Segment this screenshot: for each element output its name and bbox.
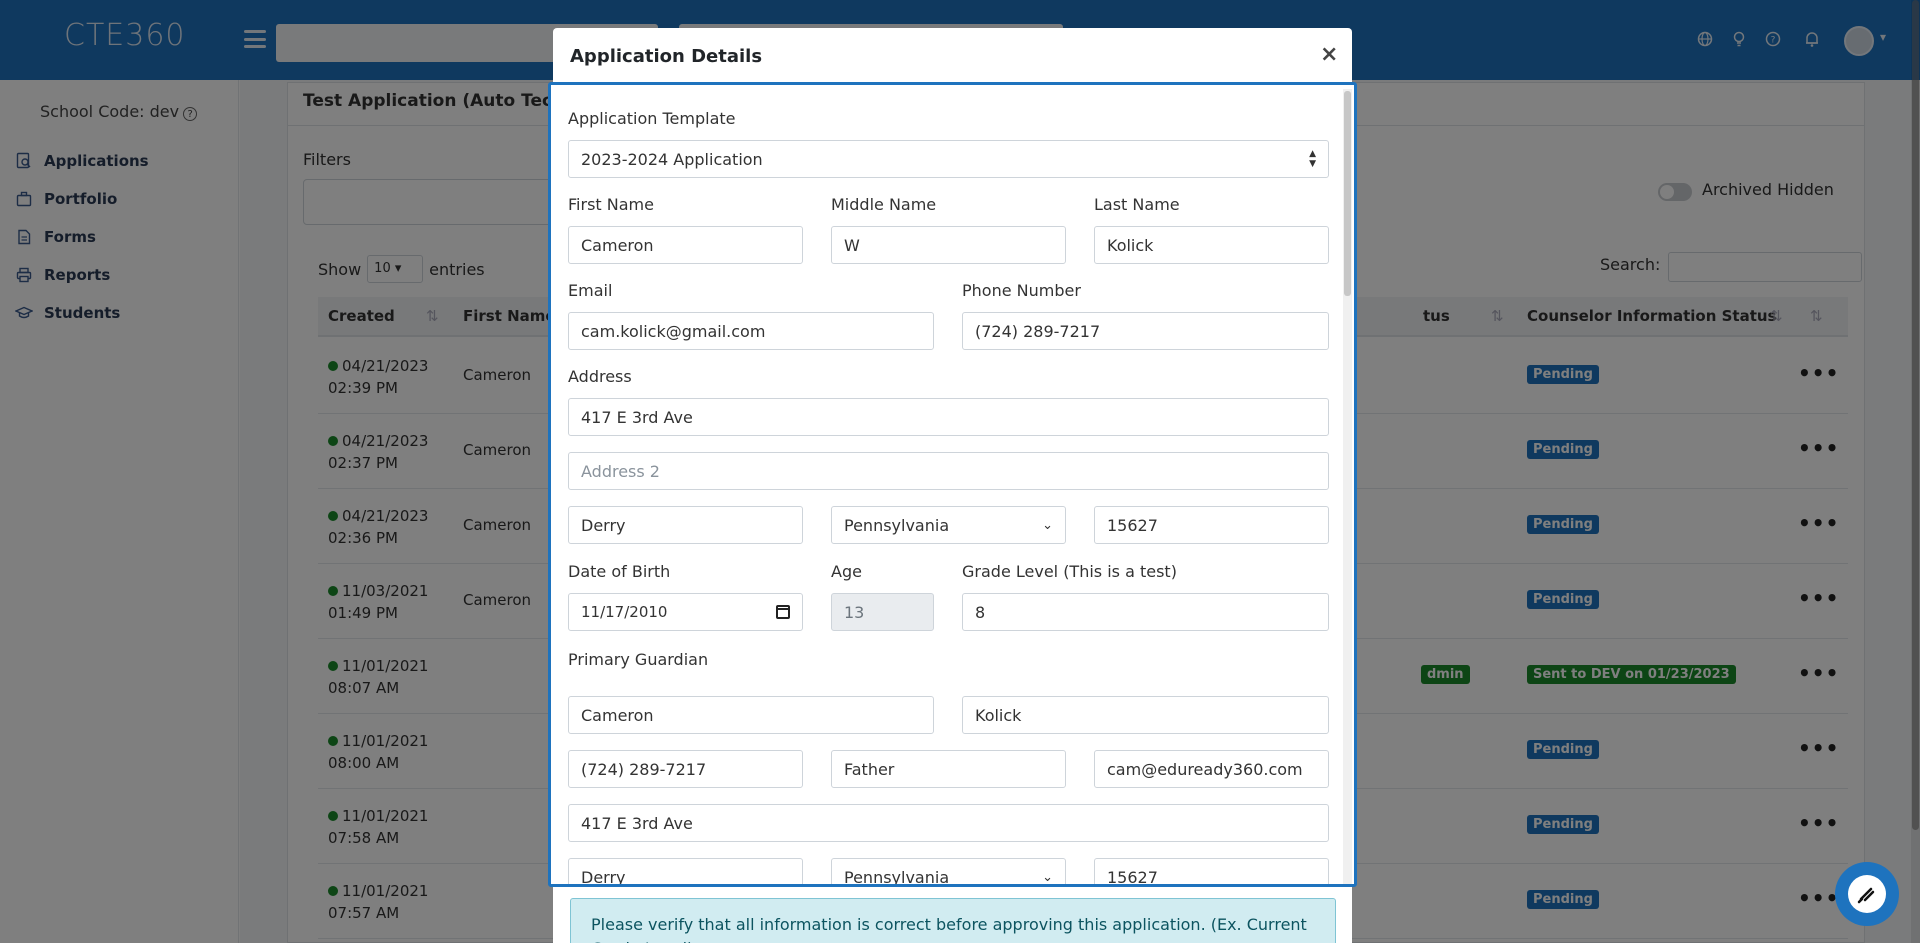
scrollbar-thumb[interactable] [1912,0,1919,830]
guardian-email-field[interactable]: cam@eduready360.com [1094,750,1329,788]
chat-widget-button[interactable] [1835,862,1899,926]
zip-field[interactable]: 15627 [1094,506,1329,544]
middle-name-label: Middle Name [831,195,937,214]
first-name-label: First Name [568,195,654,214]
guardian-label: Primary Guardian [568,650,709,669]
guardian-phone-field[interactable]: (724) 289-7217 [568,750,803,788]
state-select[interactable]: Pennsylvania ⌄ [831,506,1066,544]
first-name-field[interactable]: Cameron [568,226,803,264]
last-name-field[interactable]: Kolick [1094,226,1329,264]
modal-body: Application Template 2023-2024 Applicati… [548,82,1357,887]
age-label: Age [831,562,862,581]
dob-field[interactable]: 11/17/2010 [568,593,803,631]
guardian-state-value: Pennsylvania [844,867,950,887]
last-name-label: Last Name [1094,195,1180,214]
grade-label: Grade Level (This is a test) [962,562,1177,581]
scrollbar-thumb[interactable] [1344,91,1351,296]
verify-alert: Please verify that all information is co… [570,898,1336,943]
modal-scrollbar[interactable] [1343,89,1352,884]
guardian-zip-field[interactable]: 15627 [1094,858,1329,884]
template-value: 2023-2024 Application [581,149,763,169]
state-value: Pennsylvania [844,515,950,535]
email-field[interactable]: cam.kolick@gmail.com [568,312,934,350]
address-line2-field[interactable]: Address 2 [568,452,1329,490]
chat-icon [1848,875,1886,913]
calendar-icon[interactable] [776,605,790,619]
chevron-down-icon: ▲ ▼ [1309,149,1316,169]
dob-label: Date of Birth [568,562,671,581]
guardian-state-select[interactable]: Pennsylvania ⌄ [831,858,1066,887]
address-label: Address [568,367,632,386]
city-field[interactable]: Derry [568,506,803,544]
phone-label: Phone Number [962,281,1081,300]
phone-field[interactable]: (724) 289-7217 [962,312,1329,350]
template-label: Application Template [568,109,736,128]
guardian-city-field[interactable]: Derry [568,858,803,884]
guardian-last-name-field[interactable]: Kolick [962,696,1329,734]
chevron-down-icon: ⌄ [1042,869,1053,885]
age-field: 13 [831,593,934,631]
address-line1-field[interactable]: 417 E 3rd Ave [568,398,1329,436]
guardian-address-field[interactable]: 417 E 3rd Ave [568,804,1329,842]
chevron-down-icon: ⌄ [1042,517,1053,533]
guardian-first-name-field[interactable]: Cameron [568,696,934,734]
page-scrollbar[interactable] [1911,0,1920,943]
application-details-modal: Application Details × Application Templa… [548,28,1357,943]
dob-value: 11/17/2010 [581,603,668,621]
guardian-relation-field[interactable]: Father [831,750,1066,788]
close-icon[interactable]: × [1320,42,1338,67]
template-select[interactable]: 2023-2024 Application ▲ ▼ [568,140,1329,178]
email-label: Email [568,281,613,300]
middle-name-field[interactable]: W [831,226,1066,264]
modal-title: Application Details [570,46,763,67]
grade-field[interactable]: 8 [962,593,1329,631]
